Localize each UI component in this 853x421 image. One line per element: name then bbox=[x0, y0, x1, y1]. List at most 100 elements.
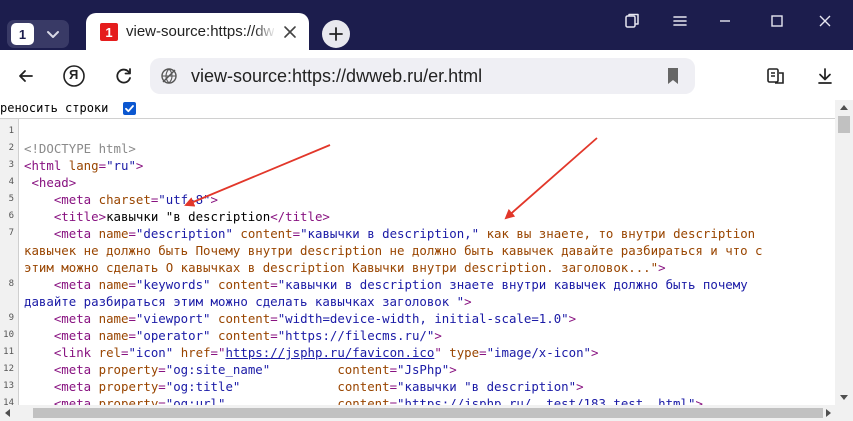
code-token: кавычки "в description bbox=[106, 209, 271, 224]
code-line: давайте разбираться этим можно сделать к… bbox=[24, 293, 472, 310]
code-token: "viewport" bbox=[135, 311, 211, 326]
code-token: = bbox=[479, 345, 487, 360]
downloads-button[interactable] bbox=[811, 62, 839, 90]
back-button[interactable] bbox=[12, 62, 40, 90]
code-token: = bbox=[270, 328, 278, 343]
code-line: <meta property="og:title" content="кавыч… bbox=[24, 378, 584, 395]
tab-title-fade bbox=[254, 21, 276, 43]
vertical-scrollbar[interactable] bbox=[835, 100, 853, 405]
code-token: = bbox=[389, 396, 398, 405]
code-token: <meta bbox=[53, 226, 99, 241]
scroll-down-arrow[interactable] bbox=[840, 395, 848, 400]
code-token: > bbox=[210, 192, 218, 207]
wrap-lines-label: реносить строки bbox=[0, 101, 109, 115]
maximize-icon bbox=[771, 15, 783, 27]
code-token: name bbox=[98, 311, 129, 326]
code-token: "og:url" bbox=[165, 396, 226, 405]
wrap-lines-checkbox[interactable] bbox=[123, 102, 136, 115]
browser-menu-button[interactable] bbox=[665, 8, 695, 34]
code-token: > bbox=[568, 311, 577, 326]
close-icon[interactable] bbox=[282, 24, 298, 40]
close-icon bbox=[819, 15, 831, 27]
code-line: <meta name="operator" content="https://f… bbox=[24, 327, 442, 344]
code-token: = bbox=[128, 328, 136, 343]
tab-active[interactable]: 1 view-source:https://dwweb.ru/er.html bbox=[86, 13, 309, 50]
address-bar[interactable]: view-source:https://dwweb.ru/er.html bbox=[150, 58, 695, 94]
code-token: > bbox=[591, 345, 599, 360]
scroll-right-arrow[interactable] bbox=[826, 409, 831, 417]
code-token: "JsPhp" bbox=[397, 362, 450, 377]
code-token: <meta bbox=[53, 328, 99, 343]
code-token: > bbox=[434, 328, 442, 343]
line-number: 12 bbox=[3, 364, 14, 374]
code-token: <head> bbox=[31, 175, 77, 190]
source-view: 1 2 3 4 5 6 7 8 9 10 11 12 13 14 <!DOCTYPE html> <html… bbox=[0, 118, 835, 405]
scroll-up-arrow[interactable] bbox=[840, 105, 848, 110]
line-number: 7 bbox=[8, 228, 14, 238]
code-token: <meta bbox=[53, 379, 99, 394]
reload-button[interactable] bbox=[110, 62, 138, 90]
code-token: = bbox=[292, 226, 301, 241]
line-number: 4 bbox=[8, 177, 14, 187]
code-token: "https://filecms.ru/" bbox=[277, 328, 435, 343]
code-token: <meta bbox=[53, 277, 99, 292]
yandex-letter: Я bbox=[69, 67, 79, 82]
code-token: "кавычки в description," bbox=[300, 226, 480, 241]
code-token: name bbox=[98, 226, 129, 241]
code-token: "ru" bbox=[106, 158, 136, 173]
code-token: = bbox=[389, 379, 398, 394]
code-token: <meta bbox=[53, 396, 99, 405]
code-token: "https://jsphp.ru/__test/183_test_.html" bbox=[397, 396, 696, 405]
new-tab-button[interactable] bbox=[322, 20, 350, 48]
reader-icon bbox=[767, 68, 784, 84]
code-token: "operator" bbox=[135, 328, 211, 343]
code-token: "utf-8" bbox=[158, 192, 211, 207]
code-token: = bbox=[128, 226, 136, 241]
tab-counter-button[interactable]: 1 bbox=[7, 20, 69, 48]
code-token: = bbox=[158, 379, 166, 394]
tab-count: 1 bbox=[11, 23, 34, 45]
close-window-button[interactable] bbox=[810, 8, 840, 34]
horizontal-scroll-thumb[interactable] bbox=[33, 408, 823, 418]
code-token: > bbox=[695, 396, 703, 405]
code-token: <!DOCTYPE html> bbox=[24, 141, 136, 156]
code-token: href bbox=[180, 345, 211, 360]
code-token: <meta bbox=[53, 192, 99, 207]
code-token: кавычек не должно быть Почему внутри des… bbox=[24, 243, 763, 258]
code-token: = bbox=[158, 396, 166, 405]
collections-icon bbox=[625, 13, 639, 28]
code-token: content bbox=[218, 277, 271, 292]
minimize-icon bbox=[720, 20, 730, 22]
code-line: <html lang="ru"> bbox=[24, 157, 143, 174]
scroll-left-arrow[interactable] bbox=[5, 409, 10, 417]
yandex-button[interactable]: Я bbox=[60, 62, 88, 90]
title-bar: 1 1 view-source:https://dwweb.ru/er.html bbox=[0, 0, 853, 50]
minimize-button[interactable] bbox=[710, 8, 740, 34]
code-token: property bbox=[98, 396, 159, 405]
line-number: 8 bbox=[8, 279, 14, 289]
horizontal-scrollbar[interactable] bbox=[0, 405, 853, 421]
code-token: <title> bbox=[53, 209, 107, 224]
code-line: <title>кавычки "в description</title> bbox=[24, 208, 330, 225]
maximize-button[interactable] bbox=[762, 8, 792, 34]
line-number: 3 bbox=[8, 160, 14, 170]
reader-mode-button[interactable] bbox=[762, 62, 790, 90]
code-token: = bbox=[128, 311, 136, 326]
source-link[interactable]: https://jsphp.ru/favicon.ico bbox=[225, 345, 434, 360]
line-number-gutter: 1 2 3 4 5 6 7 8 9 10 11 12 13 14 bbox=[0, 119, 19, 405]
line-number: 1 bbox=[8, 126, 14, 136]
vertical-scroll-thumb[interactable] bbox=[838, 116, 850, 133]
chevron-down-icon bbox=[47, 31, 59, 38]
code-token: content bbox=[240, 226, 293, 241]
tab-collections-button[interactable] bbox=[617, 8, 647, 34]
code-line: <head> bbox=[24, 174, 76, 191]
code-token: "og:title" bbox=[165, 379, 241, 394]
code-token: =" bbox=[210, 345, 226, 360]
bookmark-icon[interactable] bbox=[666, 67, 680, 85]
code-token: <meta bbox=[53, 311, 99, 326]
